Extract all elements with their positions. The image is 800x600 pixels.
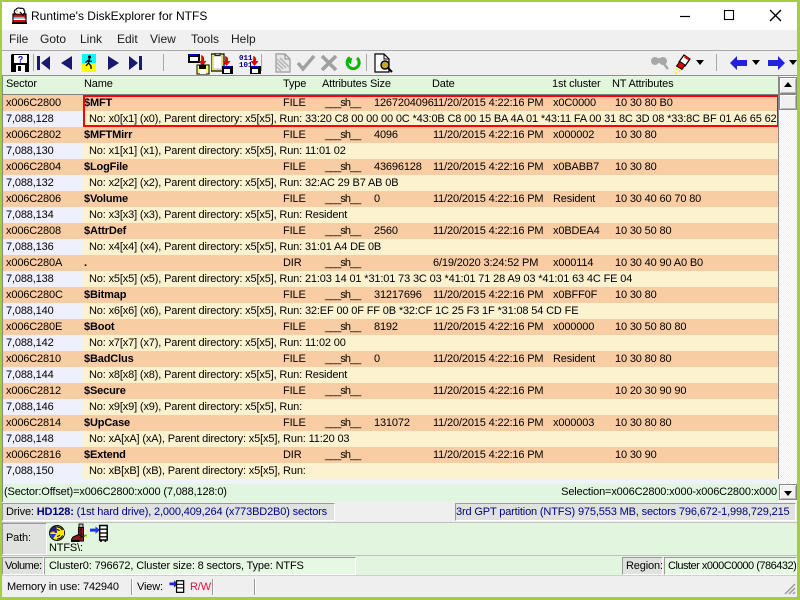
svg-text:?: ? <box>18 55 24 65</box>
